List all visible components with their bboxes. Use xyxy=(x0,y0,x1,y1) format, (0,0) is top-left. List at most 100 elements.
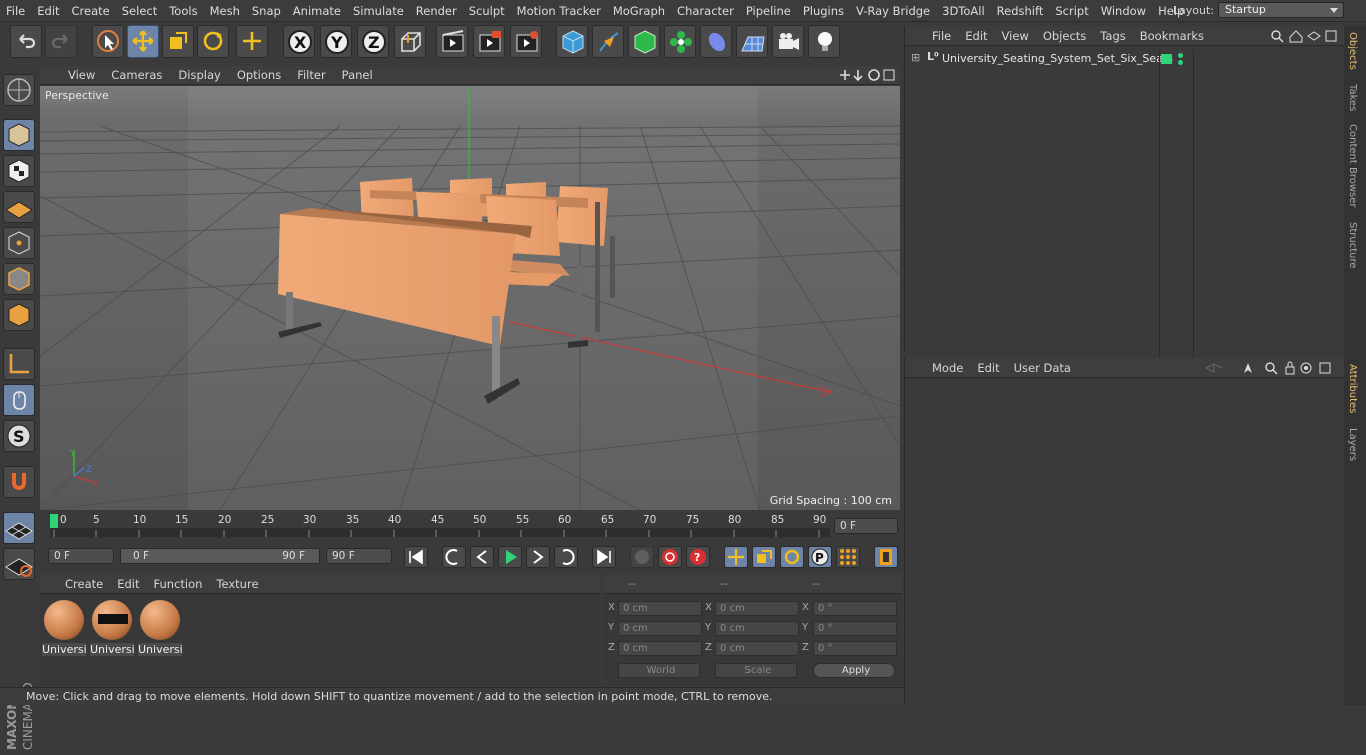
rotation-b-field[interactable]: 0 ° xyxy=(813,641,897,656)
obj-menu-bookmarks[interactable]: Bookmarks xyxy=(1133,29,1211,43)
object-name[interactable]: University_Seating_System_Set_Six_Seats xyxy=(942,52,1173,65)
menu-redshift[interactable]: Redshift xyxy=(991,4,1050,18)
play-button[interactable] xyxy=(498,546,522,568)
mat-menu-create[interactable]: Create xyxy=(58,577,110,591)
size-z-field[interactable]: 0 cm xyxy=(715,641,799,656)
menu-tools[interactable]: Tools xyxy=(163,4,203,18)
menu-edit[interactable]: Edit xyxy=(31,4,65,18)
menu-animate[interactable]: Animate xyxy=(287,4,347,18)
obj-menu-view[interactable]: View xyxy=(995,29,1036,43)
viewport-camera-label[interactable]: Perspective xyxy=(42,88,112,103)
texture-mode-button[interactable] xyxy=(3,155,35,187)
vp-menu-view[interactable]: View xyxy=(60,68,103,82)
obj-menu-edit[interactable]: Edit xyxy=(958,29,994,43)
editor-visibility-dot[interactable] xyxy=(1178,53,1183,58)
tab-attributes[interactable]: Attributes xyxy=(1347,364,1358,413)
apply-button[interactable]: Apply xyxy=(813,663,895,678)
tab-content-browser[interactable]: Content Browser xyxy=(1347,124,1358,207)
rotation-p-field[interactable]: 0 ° xyxy=(813,621,897,636)
attr-menu-user-data[interactable]: User Data xyxy=(1007,361,1078,375)
workplane-mode-button[interactable] xyxy=(3,191,35,223)
goto-end-button[interactable] xyxy=(592,546,616,568)
vp-menu-panel[interactable]: Panel xyxy=(334,68,381,82)
position-z-field[interactable]: 0 cm xyxy=(618,641,702,656)
timeline-window-button[interactable] xyxy=(874,546,898,568)
model-mode-button[interactable] xyxy=(3,119,35,151)
next-key-button[interactable] xyxy=(554,546,578,568)
edge-mode-button[interactable] xyxy=(3,263,35,295)
menu-file[interactable]: File xyxy=(0,4,31,18)
last-tool-button[interactable] xyxy=(236,25,268,58)
key-scale-button[interactable] xyxy=(752,546,776,568)
menu-select[interactable]: Select xyxy=(116,4,163,18)
prev-key-button[interactable] xyxy=(442,546,466,568)
key-parameter-button[interactable]: P xyxy=(808,546,832,568)
tweak-mode-button[interactable] xyxy=(3,384,35,416)
mat-menu-edit[interactable]: Edit xyxy=(110,577,146,591)
x-axis-lock-button[interactable]: X xyxy=(283,25,315,58)
camera-button[interactable] xyxy=(772,25,804,58)
next-frame-button[interactable] xyxy=(526,546,550,568)
z-axis-lock-button[interactable]: Z xyxy=(357,25,389,58)
menu-motion-tracker[interactable]: Motion Tracker xyxy=(511,4,607,18)
vp-menu-options[interactable]: Options xyxy=(229,68,289,82)
menu-snap[interactable]: Snap xyxy=(246,4,287,18)
render-visibility-dot[interactable] xyxy=(1178,60,1183,65)
obj-menu-file[interactable]: File xyxy=(925,29,958,43)
prev-frame-button[interactable] xyxy=(470,546,494,568)
snap-button[interactable]: S xyxy=(3,420,35,452)
menu-window[interactable]: Window xyxy=(1095,4,1152,18)
viewport-solo-button[interactable] xyxy=(3,512,35,544)
goto-start-button[interactable] xyxy=(404,546,428,568)
tab-structure[interactable]: Structure xyxy=(1347,222,1358,269)
vp-menu-cameras[interactable]: Cameras xyxy=(103,68,170,82)
scale-tool-button[interactable] xyxy=(162,25,194,58)
size-x-field[interactable]: 0 cm xyxy=(715,601,799,616)
coordinate-mode-dropdown[interactable]: World xyxy=(618,663,700,678)
obj-menu-tags[interactable]: Tags xyxy=(1093,29,1132,43)
autokey-button[interactable] xyxy=(658,546,682,568)
material-swatch[interactable]: Universi xyxy=(90,598,135,658)
menu-vray-bridge[interactable]: V-Ray Bridge xyxy=(850,4,936,18)
cloner-button[interactable] xyxy=(664,25,696,58)
locked-workplane-button[interactable] xyxy=(3,548,35,580)
timeline-ruler[interactable]: 0 5 10 15 20 25 30 35 40 45 50 55 60 65 … xyxy=(40,512,900,542)
menu-sculpt[interactable]: Sculpt xyxy=(463,4,511,18)
point-mode-button[interactable] xyxy=(3,227,35,259)
menu-render[interactable]: Render xyxy=(410,4,463,18)
menu-simulate[interactable]: Simulate xyxy=(347,4,410,18)
perspective-viewport[interactable]: Y Z X Perspective Grid Spacing : 100 cm xyxy=(40,86,900,510)
rotation-h-field[interactable]: 0 ° xyxy=(813,601,897,616)
tab-takes[interactable]: Takes xyxy=(1347,84,1358,111)
key-pla-button[interactable] xyxy=(836,546,860,568)
rotate-tool-button[interactable] xyxy=(197,25,229,58)
end-frame-field[interactable]: 90 F xyxy=(326,548,392,564)
start-frame-field[interactable]: 0 F xyxy=(48,548,114,564)
live-selection-button[interactable] xyxy=(92,25,124,58)
menu-pipeline[interactable]: Pipeline xyxy=(740,4,797,18)
key-rotation-button[interactable] xyxy=(780,546,804,568)
tab-layers[interactable]: Layers xyxy=(1347,428,1358,461)
axis-mode-button[interactable] xyxy=(3,348,35,380)
record-keys-button[interactable] xyxy=(630,546,654,568)
render-settings-button[interactable] xyxy=(510,25,542,58)
mat-menu-texture[interactable]: Texture xyxy=(209,577,265,591)
vp-menu-display[interactable]: Display xyxy=(170,68,228,82)
layer-color-swatch[interactable] xyxy=(1161,54,1172,64)
obj-menu-objects[interactable]: Objects xyxy=(1036,29,1093,43)
floor-button[interactable] xyxy=(736,25,768,58)
menu-mesh[interactable]: Mesh xyxy=(204,4,246,18)
tab-objects[interactable]: Objects xyxy=(1347,32,1358,70)
menu-create[interactable]: Create xyxy=(66,4,116,18)
subdivision-surface-button[interactable] xyxy=(628,25,660,58)
undo-button[interactable] xyxy=(10,25,42,58)
attr-menu-mode[interactable]: Mode xyxy=(925,361,970,375)
pen-spline-button[interactable] xyxy=(592,25,624,58)
deformer-button[interactable] xyxy=(700,25,732,58)
attr-menu-edit[interactable]: Edit xyxy=(970,361,1006,375)
mat-menu-function[interactable]: Function xyxy=(147,577,210,591)
material-swatch[interactable]: Universi xyxy=(138,598,183,658)
move-tool-button[interactable] xyxy=(127,25,159,58)
material-swatch[interactable]: Universi xyxy=(42,598,87,658)
make-editable-button[interactable] xyxy=(3,74,35,106)
